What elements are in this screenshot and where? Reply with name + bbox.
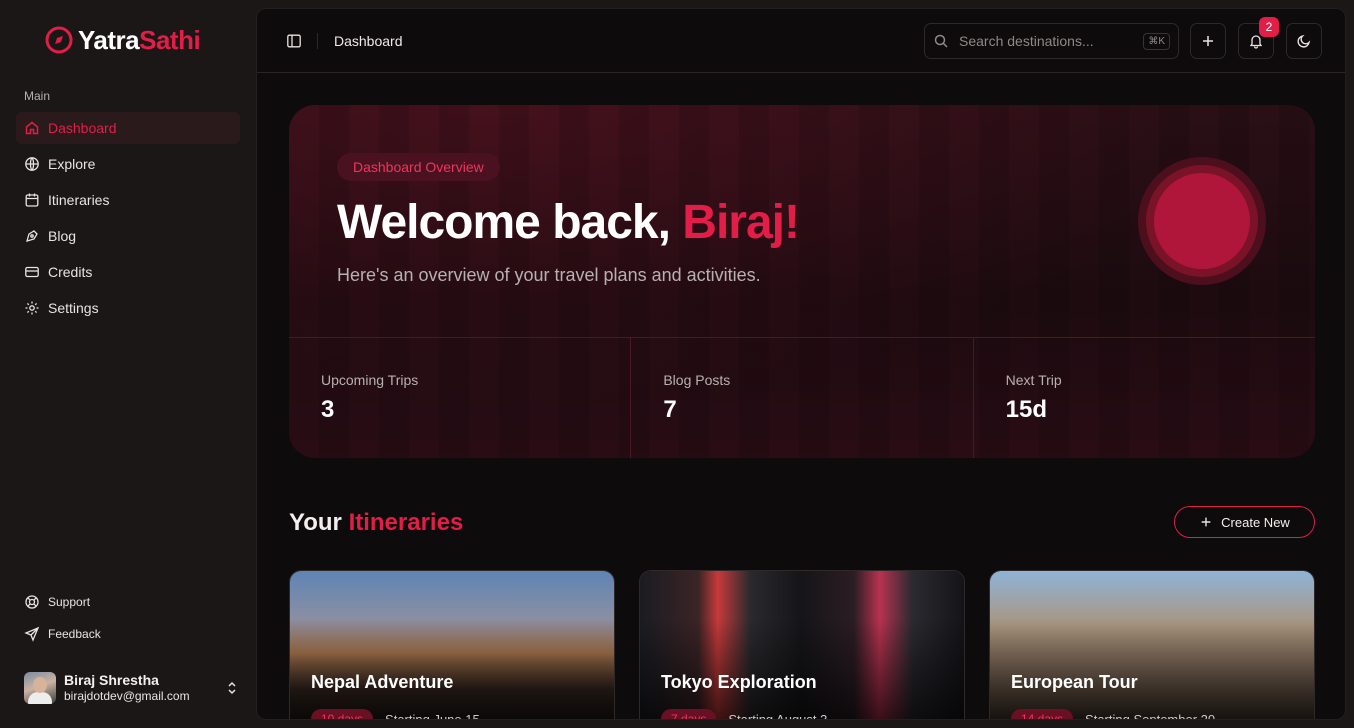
card-start-date: Starting June 15 <box>385 711 480 720</box>
logo-text-accent: Sathi <box>139 24 201 55</box>
card-title: Tokyo Exploration <box>661 672 817 692</box>
card-start-date: Starting August 3 <box>728 711 828 720</box>
plus-icon <box>1203 36 1213 46</box>
card-meta: 7 days Starting August 3 <box>661 709 828 720</box>
sidebar-item-label: Itineraries <box>48 192 110 208</box>
dashboard-overview-pill: Dashboard Overview <box>337 153 500 181</box>
add-button[interactable] <box>1190 23 1226 59</box>
stats-row: Upcoming Trips 3 Blog Posts 7 Next Trip … <box>289 337 1315 458</box>
user-name: Biraj Shrestha <box>64 672 159 688</box>
pen-nib-icon <box>26 230 38 242</box>
card-duration-badge: 7 days <box>661 709 717 719</box>
create-new-label: Create New <box>1221 514 1290 530</box>
itinerary-card[interactable]: Nepal Adventure 10 days Starting June 15 <box>289 570 615 720</box>
sidebar-toggle-icon[interactable] <box>286 33 302 49</box>
sidebar-item-label: Credits <box>48 264 93 280</box>
life-buoy-icon <box>25 595 39 609</box>
card-meta: 14 days Starting September 20 <box>1011 709 1216 720</box>
feedback-link[interactable]: Feedback <box>16 620 240 648</box>
decorative-orb <box>1138 157 1266 285</box>
notification-badge: 2 <box>1259 17 1279 37</box>
sidebar-item-settings[interactable]: Settings <box>16 292 240 324</box>
stat-label: Next Trip <box>1005 372 1062 388</box>
compass-icon <box>45 26 73 54</box>
credit-card-icon <box>25 266 39 278</box>
card-duration-badge: 14 days <box>1011 709 1074 719</box>
itineraries-title-prefix: Your <box>289 509 349 536</box>
user-email: birajdotdev@gmail.com <box>64 689 190 703</box>
chevrons-up-down-icon <box>228 681 236 695</box>
sidebar-item-itineraries[interactable]: Itineraries <box>16 184 240 216</box>
card-title: European Tour <box>1011 672 1138 692</box>
avatar <box>24 672 56 704</box>
search-icon <box>934 34 948 48</box>
topbar-divider <box>317 33 318 49</box>
notifications-button[interactable]: 2 <box>1238 17 1279 59</box>
stat-value: 15d <box>1005 396 1048 423</box>
calendar-icon <box>25 193 39 207</box>
sidebar: YatraSathi Main Dashboard Explore Itiner… <box>0 0 256 728</box>
moon-icon <box>1297 34 1311 48</box>
sidebar-item-credits[interactable]: Credits <box>16 256 240 288</box>
globe-icon <box>25 157 39 171</box>
stat-value: 7 <box>663 396 677 423</box>
user-menu[interactable]: Biraj Shrestha birajdotdev@gmail.com <box>24 672 240 704</box>
welcome-heading: Welcome back, Biraj! <box>337 195 800 250</box>
logo-text-primary: Yatra <box>78 24 140 55</box>
card-start-date: Starting September 20 <box>1085 711 1216 720</box>
main-panel: Dashboard Search destinations... ⌘K 2 Da… <box>256 8 1346 720</box>
sidebar-item-label: Explore <box>48 156 96 172</box>
feedback-label: Feedback <box>48 627 101 641</box>
sidebar-item-label: Dashboard <box>48 120 117 136</box>
support-label: Support <box>48 595 91 609</box>
stat-upcoming-trips: Upcoming Trips 3 <box>289 338 632 458</box>
card-duration-badge: 10 days <box>311 709 374 719</box>
stat-value: 3 <box>321 396 335 423</box>
card-meta: 10 days Starting June 15 <box>311 709 480 720</box>
welcome-name: Biraj! <box>682 196 800 249</box>
app-logo[interactable]: YatraSathi <box>44 24 201 56</box>
search-placeholder: Search destinations... <box>959 33 1094 49</box>
plus-icon <box>1201 517 1211 527</box>
sidebar-section-label: Main <box>24 89 51 103</box>
theme-toggle-button[interactable] <box>1286 23 1322 59</box>
sidebar-footer-links: Support Feedback <box>16 588 240 652</box>
itinerary-card[interactable]: European Tour 14 days Starting September… <box>989 570 1315 720</box>
stat-next-trip: Next Trip 15d <box>974 338 1315 458</box>
stat-label: Upcoming Trips <box>321 372 419 388</box>
itineraries-heading: Your Itineraries <box>289 509 463 537</box>
sidebar-item-label: Blog <box>48 228 77 244</box>
welcome-prefix: Welcome back, <box>337 196 683 249</box>
sidebar-item-explore[interactable]: Explore <box>16 148 240 180</box>
send-icon <box>24 626 40 642</box>
itinerary-card[interactable]: Tokyo Exploration 7 days Starting August… <box>639 570 965 720</box>
sidebar-item-dashboard[interactable]: Dashboard <box>16 112 240 144</box>
home-icon <box>25 121 39 135</box>
stat-label: Blog Posts <box>663 372 731 388</box>
breadcrumb[interactable]: Dashboard <box>334 33 403 49</box>
topbar: Dashboard Search destinations... ⌘K 2 <box>257 9 1345 73</box>
search-shortcut: ⌘K <box>1143 32 1170 50</box>
welcome-hero: Dashboard Overview Welcome back, Biraj! … <box>289 105 1315 458</box>
sidebar-item-label: Settings <box>48 300 99 316</box>
support-link[interactable]: Support <box>16 588 240 616</box>
stat-blog-posts: Blog Posts 7 <box>631 338 974 458</box>
card-title: Nepal Adventure <box>311 672 454 692</box>
welcome-subtitle: Here's an overview of your travel plans … <box>337 265 761 285</box>
create-new-button[interactable]: Create New <box>1174 506 1315 538</box>
itinerary-cards: Nepal Adventure 10 days Starting June 15… <box>289 570 1315 720</box>
gear-icon <box>25 301 39 315</box>
search-input[interactable]: Search destinations... ⌘K <box>924 23 1179 59</box>
itineraries-title-accent: Itineraries <box>348 509 464 536</box>
sidebar-item-blog[interactable]: Blog <box>16 220 240 252</box>
sidebar-nav: Dashboard Explore Itineraries Blog Credi… <box>16 112 240 328</box>
